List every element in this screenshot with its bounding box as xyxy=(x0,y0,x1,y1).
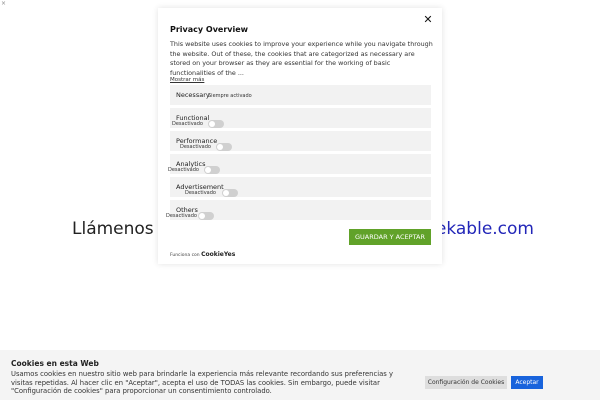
privacy-overview-modal: ✕ Privacy Overview This website uses coo… xyxy=(158,8,442,264)
category-title: Necessary xyxy=(176,91,210,99)
category-performance[interactable]: Performance Desactivado xyxy=(170,131,431,151)
background-heading-right: rekable.com xyxy=(429,219,534,239)
cookieyes-logo[interactable]: CookieYes xyxy=(201,251,235,258)
cookie-consent-bar: Cookies en esta Web Usamos cookies en nu… xyxy=(0,350,600,400)
powered-prefix: Funciona con xyxy=(170,253,200,258)
category-others[interactable]: Others Desactivado xyxy=(166,200,431,220)
cookie-settings-button[interactable]: Configuración de Cookies xyxy=(425,376,507,389)
modal-description: This website uses cookies to improve you… xyxy=(170,40,433,77)
toggle-analytics[interactable] xyxy=(204,166,220,174)
toggle-functional[interactable] xyxy=(208,120,224,128)
cookie-bar-title: Cookies en esta Web xyxy=(11,359,99,368)
category-functional[interactable]: Functional Desactivado xyxy=(170,108,431,128)
category-advertisement[interactable]: Advertisement Desactivado xyxy=(170,177,431,197)
powered-by: Funciona con CookieYes xyxy=(170,251,235,258)
category-necessary[interactable]: Necessary Siempre activado xyxy=(170,85,431,105)
save-and-accept-button[interactable]: GUARDAR Y ACEPTAR xyxy=(349,229,431,245)
cookie-bar-text: Usamos cookies en nuestro sitio web para… xyxy=(11,370,394,395)
category-status: Desactivado xyxy=(180,144,211,150)
category-status: Desactivado xyxy=(168,167,199,173)
show-more-link[interactable]: Mostrar más xyxy=(170,77,204,83)
category-status: Desactivado xyxy=(172,121,203,127)
category-status: Siempre activado xyxy=(208,93,252,99)
category-status: Desactivado xyxy=(166,213,197,219)
corner-close-mark[interactable]: × xyxy=(1,0,6,7)
modal-title: Privacy Overview xyxy=(170,25,249,34)
category-analytics[interactable]: Analytics Desactivado xyxy=(168,154,431,174)
toggle-others[interactable] xyxy=(198,212,214,220)
category-status: Desactivado xyxy=(185,190,216,196)
close-icon[interactable]: ✕ xyxy=(420,12,436,28)
accept-button[interactable]: Aceptar xyxy=(511,376,543,389)
toggle-advertisement[interactable] xyxy=(222,189,238,197)
toggle-performance[interactable] xyxy=(216,143,232,151)
